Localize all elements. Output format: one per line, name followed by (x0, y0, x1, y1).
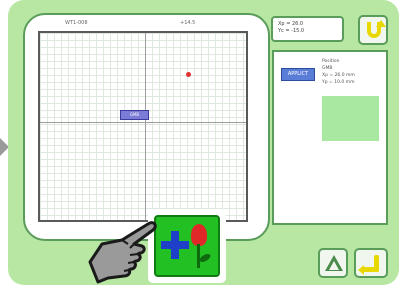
undo-arrowhead (376, 20, 386, 27)
triangle-up-icon-inner (329, 261, 339, 270)
motif-info-line: Yp = 10.0 mm (322, 80, 355, 85)
pointing-hand-icon (88, 221, 157, 284)
canvas-header-right: +14.5 (180, 20, 196, 26)
motif-info: Position GMB Xp = 26.0 mm Yp = 10.0 mm (322, 58, 380, 86)
coordinate-y: Yc = -15.0 (278, 28, 305, 34)
tulip-icon (191, 224, 207, 246)
enter-arrow-icon-tip (358, 265, 364, 275)
embroidery-grid[interactable]: GMB (38, 31, 248, 222)
scroll-up-button[interactable] (318, 248, 348, 278)
grid-horizontal-axis (40, 122, 246, 123)
enter-button[interactable] (354, 248, 388, 278)
plus-icon-horizontal (161, 241, 189, 249)
tulip-leaf (198, 252, 212, 264)
selected-motif-item[interactable]: APPLICT (281, 68, 315, 81)
motif-info-line: Xp = 26.0 mm (322, 73, 355, 78)
canvas-header: WT1-008 +14.5 (40, 20, 245, 29)
motif-info-line: Position (322, 59, 340, 64)
coordinate-display: Xp = 26.0 Yc = -15.0 (271, 16, 344, 42)
canvas-header-left: WT1-008 (65, 20, 88, 26)
undo-button[interactable] (358, 15, 388, 45)
tulip-stem (197, 244, 200, 268)
grid-vertical-axis (145, 33, 146, 220)
coordinate-x: Xp = 26.0 (278, 21, 304, 27)
motif-info-line: GMB (322, 66, 333, 71)
motif-block[interactable]: GMB (120, 110, 149, 120)
enter-arrow-icon-base (362, 267, 379, 272)
list-highlight-area[interactable] (322, 96, 379, 141)
needle-position-marker (186, 72, 191, 77)
